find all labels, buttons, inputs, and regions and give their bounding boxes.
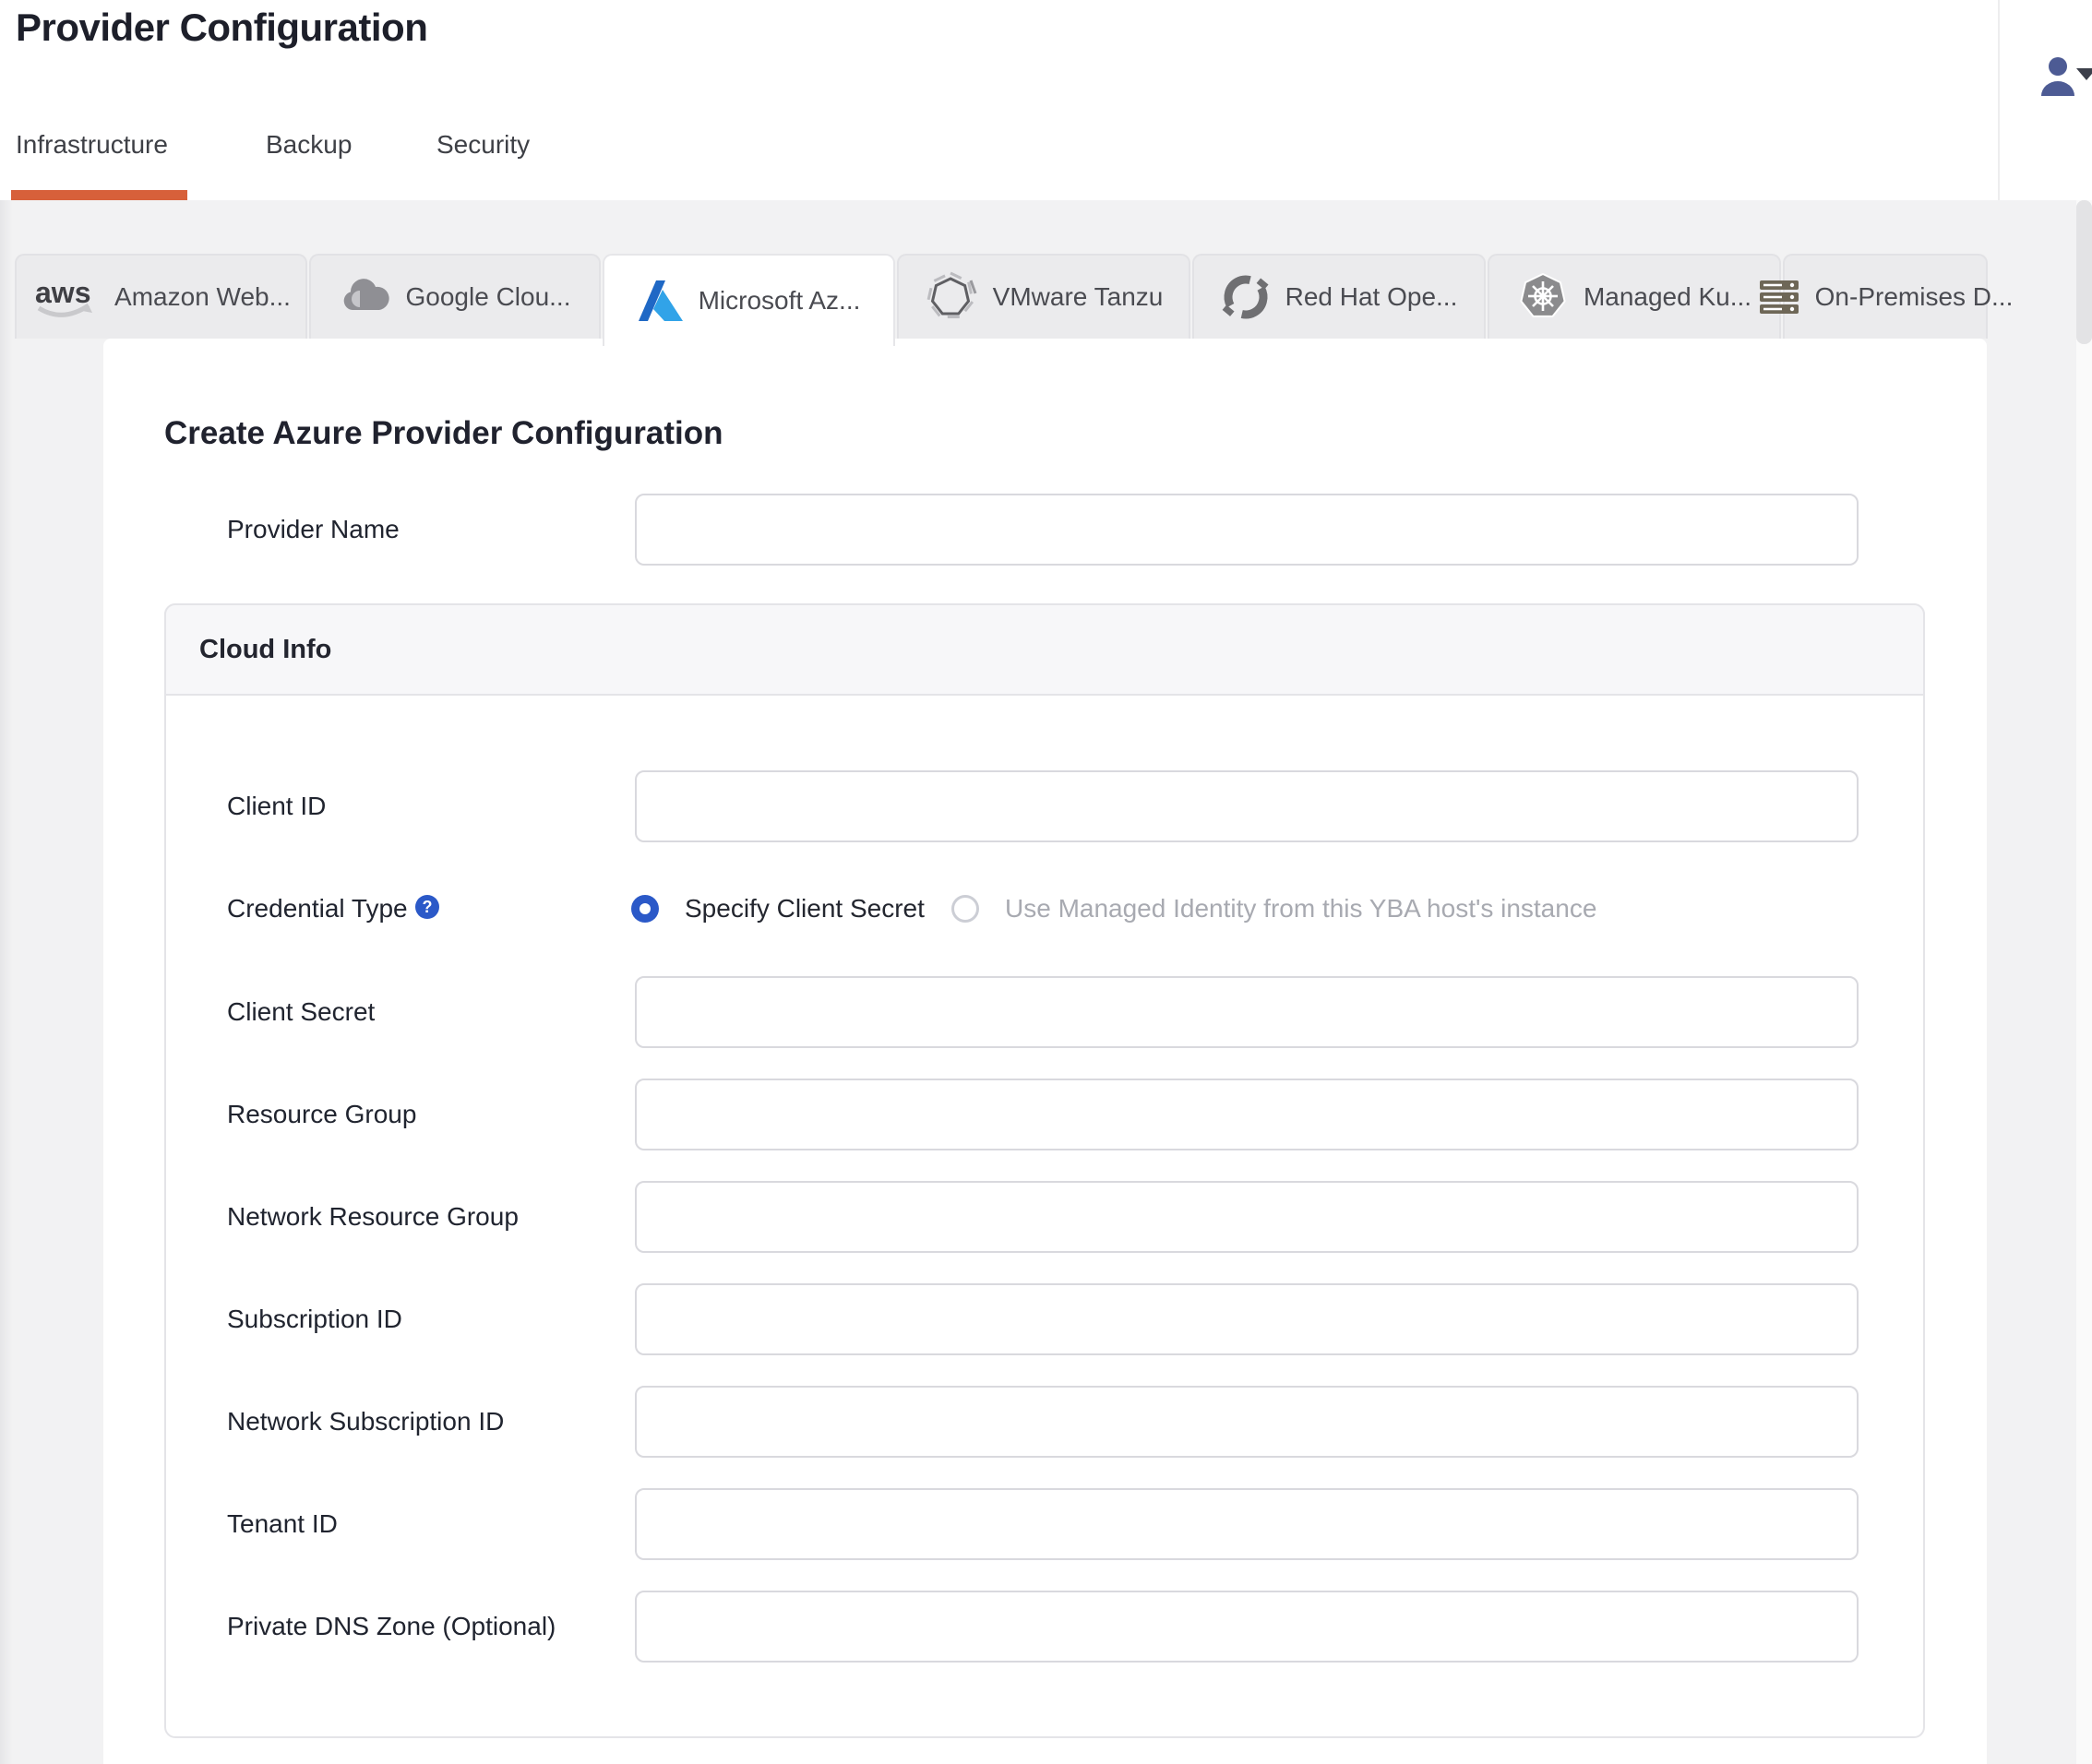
- subscription-id-label: Subscription ID: [227, 1305, 402, 1333]
- network-resource-group-label: Network Resource Group: [227, 1202, 519, 1231]
- tenant-id-input[interactable]: [635, 1488, 1859, 1560]
- resource-group-label: Resource Group: [227, 1100, 417, 1128]
- provider-name-label: Provider Name: [227, 515, 400, 543]
- radio-specify-client-secret-label[interactable]: Specify Client Secret: [685, 894, 925, 924]
- provider-tab-label: On-Premises D...: [1814, 282, 2014, 311]
- client-secret-input[interactable]: [635, 976, 1859, 1048]
- radio-managed-identity-label: Use Managed Identity from this YBA host'…: [1005, 894, 1597, 923]
- provider-tab-label: Google Clou...: [405, 282, 571, 311]
- provider-tab-tanzu[interactable]: VMware Tanzu: [897, 254, 1190, 339]
- private-dns-zone-label: Private DNS Zone (Optional): [227, 1612, 556, 1640]
- network-subscription-id-label: Network Subscription ID: [227, 1407, 505, 1436]
- person-icon[interactable]: [2035, 57, 2081, 103]
- svg-text:aws: aws: [35, 276, 90, 309]
- active-tab-underline: [11, 190, 187, 200]
- provider-tab-label: Managed Ku...: [1583, 282, 1752, 311]
- google-cloud-logo-icon: [340, 275, 391, 319]
- resource-group-input[interactable]: [635, 1079, 1859, 1150]
- tab-backup[interactable]: Backup: [266, 130, 352, 160]
- provider-tab-gcp[interactable]: Google Clou...: [309, 254, 601, 339]
- tab-security[interactable]: Security: [436, 130, 530, 160]
- server-rack-icon: [1758, 276, 1800, 318]
- client-secret-label: Client Secret: [227, 997, 376, 1026]
- credential-type-label: Credential Type: [227, 894, 408, 923]
- radio-specify-client-secret[interactable]: [631, 895, 659, 923]
- radio-managed-identity[interactable]: [951, 895, 979, 923]
- client-id-label: Client ID: [227, 792, 327, 820]
- private-dns-zone-input[interactable]: [635, 1591, 1859, 1663]
- cloud-info-title: Cloud Info: [199, 635, 332, 664]
- help-icon[interactable]: ?: [415, 895, 439, 919]
- provider-tab-onprem[interactable]: On-Premises D...: [1759, 254, 2013, 339]
- aws-logo-icon: aws: [31, 275, 100, 319]
- vmware-tanzu-logo-icon: [925, 271, 978, 323]
- client-id-input[interactable]: [635, 770, 1859, 842]
- cloud-info-header: [164, 603, 1925, 696]
- subscription-id-input[interactable]: [635, 1283, 1859, 1355]
- form-heading: Create Azure Provider Configuration: [164, 415, 723, 451]
- tab-infrastructure[interactable]: Infrastructure: [16, 130, 168, 160]
- scrollbar-track[interactable]: [2076, 200, 2092, 1764]
- provider-tab-openshift[interactable]: Red Hat Ope...: [1192, 254, 1486, 339]
- page-title: Provider Configuration: [16, 6, 428, 49]
- provider-tab-label: Red Hat Ope...: [1285, 282, 1458, 311]
- provider-tab-label: VMware Tanzu: [992, 282, 1164, 311]
- left-edge-shade: [0, 200, 13, 1764]
- provider-tab-azure[interactable]: Microsoft Az...: [603, 254, 895, 346]
- provider-tab-label: Microsoft Az...: [698, 286, 861, 315]
- header-divider: [1998, 0, 2000, 200]
- azure-logo-icon: [638, 279, 684, 323]
- openshift-logo-icon: [1221, 272, 1271, 322]
- provider-tabs: aws Amazon Web... Google Clou... Microso…: [15, 254, 2013, 346]
- network-resource-group-input[interactable]: [635, 1181, 1859, 1253]
- provider-name-input[interactable]: [635, 494, 1859, 566]
- network-subscription-id-input[interactable]: [635, 1386, 1859, 1458]
- provider-tab-aws[interactable]: aws Amazon Web...: [15, 254, 307, 339]
- provider-tab-kubernetes[interactable]: Managed Ku...: [1488, 254, 1781, 339]
- scrollbar-thumb[interactable]: [2076, 200, 2092, 344]
- provider-tab-label: Amazon Web...: [114, 282, 291, 311]
- tenant-id-label: Tenant ID: [227, 1509, 338, 1538]
- chevron-down-icon[interactable]: [2076, 68, 2092, 80]
- kubernetes-logo-icon: [1517, 271, 1569, 323]
